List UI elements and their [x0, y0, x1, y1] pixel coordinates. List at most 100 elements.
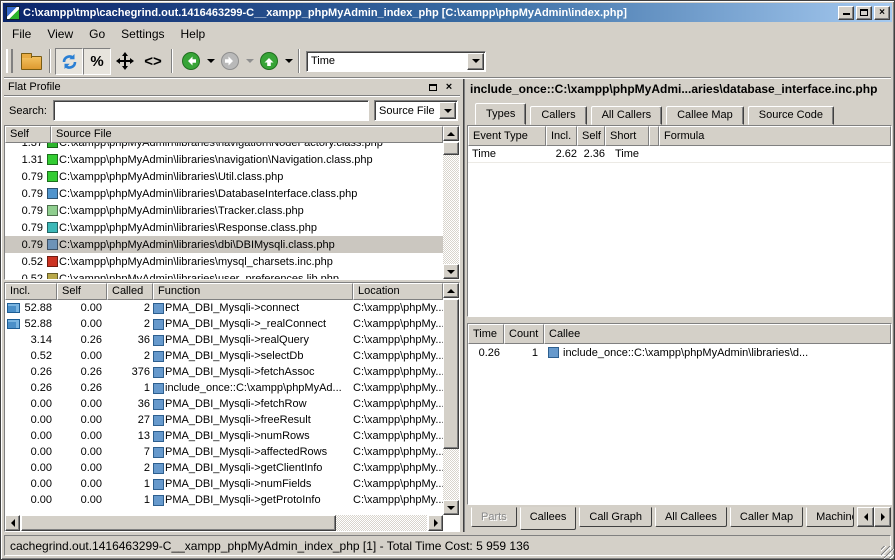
function-row[interactable]: 0.000.0027PMA_DBI_Mysqli->freeResultC:\x… [5, 412, 443, 428]
function-row[interactable]: 0.000.001PMA_DBI_Mysqli->numFieldsC:\xam… [5, 476, 443, 492]
function-row[interactable]: 0.000.007PMA_DBI_Mysqli->affectedRowsC:\… [5, 444, 443, 460]
column-header-incl[interactable]: Incl. [5, 283, 57, 300]
tab-machine[interactable]: Machine [806, 507, 854, 527]
relative-cost-button[interactable]: <> [139, 48, 167, 75]
column-header-called[interactable]: Called [107, 283, 153, 300]
column-header-formula[interactable]: Formula [659, 126, 891, 146]
column-header-time[interactable]: Time [468, 324, 504, 344]
event-type-row[interactable]: Time 2.62 2.36 Time [468, 146, 891, 163]
chevron-down-icon [246, 59, 254, 63]
scroll-down-button[interactable] [443, 264, 459, 279]
toolbar-drag-handle[interactable] [6, 49, 13, 73]
reload-button[interactable] [55, 48, 83, 75]
scroll-thumb[interactable] [21, 515, 336, 531]
function-icon [153, 383, 164, 394]
source-row[interactable]: 1.37C:\xampp\phpMyAdmin\libraries\naviga… [5, 143, 443, 151]
function-row[interactable]: 52.880.002PMA_DBI_Mysqli->_realConnectC:… [5, 316, 443, 332]
source-row[interactable]: 1.31C:\xampp\phpMyAdmin\libraries\naviga… [5, 151, 443, 168]
function-row[interactable]: 52.880.002PMA_DBI_Mysqli->connectC:\xamp… [5, 300, 443, 316]
resize-grip[interactable] [881, 546, 894, 559]
combo-dropdown-button[interactable] [467, 53, 484, 70]
function-row[interactable]: 0.000.0036PMA_DBI_Mysqli->fetchRowC:\xam… [5, 396, 443, 412]
close-icon: × [446, 81, 452, 93]
menu-help[interactable]: Help [173, 25, 214, 43]
scroll-up-button[interactable] [443, 126, 459, 141]
column-header-self[interactable]: Self [577, 126, 605, 146]
column-header-self[interactable]: Self [57, 283, 107, 300]
scroll-left-button[interactable] [5, 515, 20, 531]
column-header-source-file[interactable]: Source File [51, 126, 443, 143]
up-dropdown[interactable] [283, 48, 294, 75]
tab-call-graph[interactable]: Call Graph [579, 507, 652, 527]
function-icon [153, 303, 164, 314]
function-row[interactable]: 0.000.001PMA_DBI_Mysqli->getProtoInfoC:\… [5, 492, 443, 508]
scroll-thumb[interactable] [443, 299, 459, 449]
menu-view[interactable]: View [39, 25, 81, 43]
group-combobox[interactable]: Source File [374, 100, 458, 121]
forward-dropdown[interactable] [244, 48, 255, 75]
column-header-count[interactable]: Count [504, 324, 544, 344]
tab-source-code[interactable]: Source Code [748, 106, 834, 125]
percent-button[interactable]: % [83, 48, 111, 75]
tab-callee-map[interactable]: Callee Map [666, 106, 744, 125]
scroll-down-button[interactable] [443, 500, 459, 515]
tab-callees[interactable]: Callees [520, 507, 577, 530]
function-row[interactable]: 0.520.002PMA_DBI_Mysqli->selectDbC:\xamp… [5, 348, 443, 364]
column-header-event-type[interactable]: Event Type [468, 126, 546, 146]
source-row[interactable]: 0.52C:\xampp\phpMyAdmin\libraries\mysql_… [5, 253, 443, 270]
tab-scroll-left-button[interactable] [857, 507, 874, 527]
menu-go[interactable]: Go [81, 25, 113, 43]
source-row-selected[interactable]: 0.79C:\xampp\phpMyAdmin\libraries\dbi\DB… [5, 236, 443, 253]
column-header-spacer [649, 126, 659, 146]
column-header-short[interactable]: Short [605, 126, 649, 146]
function-row[interactable]: 3.140.2636PMA_DBI_Mysqli->realQueryC:\xa… [5, 332, 443, 348]
column-header-self[interactable]: Self [5, 126, 51, 143]
open-button[interactable] [17, 48, 45, 75]
function-row[interactable]: 0.260.261include_once::C:\xampp\phpMyAd.… [5, 380, 443, 396]
menu-file[interactable]: File [4, 25, 39, 43]
source-row[interactable]: 0.79C:\xampp\phpMyAdmin\libraries\Tracke… [5, 202, 443, 219]
source-row[interactable]: 0.79C:\xampp\phpMyAdmin\libraries\Databa… [5, 185, 443, 202]
source-row[interactable]: 0.52C:\xampp\phpMyAdmin\libraries\user_p… [5, 270, 443, 279]
float-panel-button[interactable] [426, 81, 440, 94]
source-row[interactable]: 0.79C:\xampp\phpMyAdmin\libraries\Respon… [5, 219, 443, 236]
callee-row[interactable]: 0.26 1 include_once::C:\xampp\phpMyAdmin… [468, 344, 891, 361]
column-header-callee[interactable]: Callee [544, 324, 891, 344]
chevron-down-icon [444, 109, 452, 113]
tab-callers[interactable]: Callers [530, 106, 586, 125]
close-button[interactable]: × [874, 6, 890, 20]
file-icon [47, 222, 58, 233]
back-dropdown[interactable] [205, 48, 216, 75]
column-header-location[interactable]: Location [353, 283, 443, 300]
tab-types[interactable]: Types [475, 103, 526, 125]
scroll-up-button[interactable] [443, 283, 459, 298]
move-button[interactable] [111, 48, 139, 75]
function-horizontal-scrollbar[interactable] [5, 515, 443, 531]
tab-all-callers[interactable]: All Callers [591, 106, 663, 125]
combo-dropdown-button[interactable] [439, 102, 456, 119]
source-rows: 1.37C:\xampp\phpMyAdmin\libraries\naviga… [5, 143, 443, 279]
scroll-right-button[interactable] [428, 515, 443, 531]
scroll-thumb[interactable] [443, 142, 459, 155]
function-row[interactable]: 0.000.002PMA_DBI_Mysqli->getClientInfoC:… [5, 460, 443, 476]
function-vertical-scrollbar[interactable] [443, 283, 459, 515]
source-vertical-scrollbar[interactable] [443, 126, 459, 279]
close-panel-button[interactable]: × [442, 81, 456, 94]
menu-settings[interactable]: Settings [113, 25, 172, 43]
source-row[interactable]: 0.79C:\xampp\phpMyAdmin\libraries\Util.c… [5, 168, 443, 185]
column-header-incl[interactable]: Incl. [546, 126, 577, 146]
tab-all-callees[interactable]: All Callees [655, 507, 727, 527]
maximize-button[interactable] [856, 6, 872, 20]
up-button[interactable] [255, 48, 283, 75]
tab-caller-map[interactable]: Caller Map [730, 507, 803, 527]
column-header-function[interactable]: Function [153, 283, 353, 300]
open-folder-icon [21, 56, 42, 70]
function-row[interactable]: 0.000.0013PMA_DBI_Mysqli->numRowsC:\xamp… [5, 428, 443, 444]
tab-scroll-right-button[interactable] [874, 507, 891, 527]
function-row[interactable]: 0.260.26376PMA_DBI_Mysqli->fetchAssocC:\… [5, 364, 443, 380]
search-input[interactable] [53, 100, 369, 121]
event-type-combobox[interactable]: Time [306, 51, 486, 72]
forward-button[interactable] [216, 48, 244, 75]
back-button[interactable] [177, 48, 205, 75]
minimize-button[interactable] [838, 6, 854, 20]
